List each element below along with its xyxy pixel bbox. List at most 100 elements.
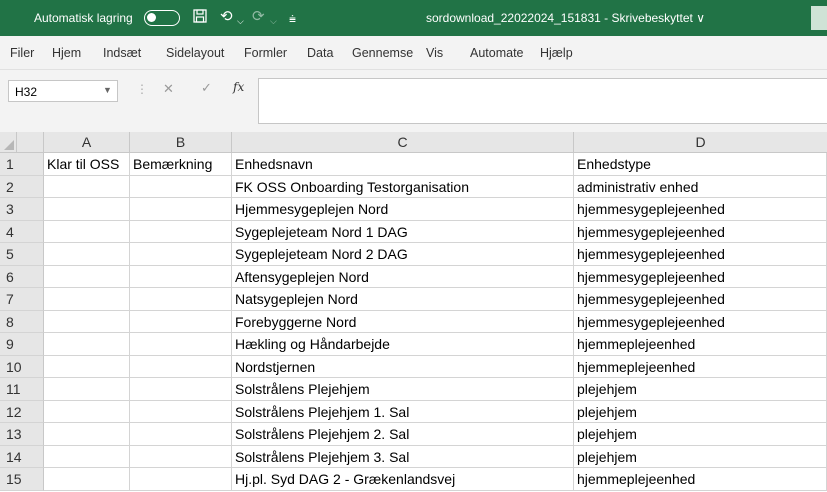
cell-b[interactable] xyxy=(130,378,232,401)
cell-c[interactable]: Solstrålens Plejehjem 3. Sal xyxy=(232,445,574,468)
row-header[interactable]: 1 xyxy=(0,153,44,176)
insert-function-icon[interactable]: fx xyxy=(233,80,244,94)
column-header-c[interactable]: C xyxy=(232,132,574,153)
select-all-corner[interactable] xyxy=(0,132,17,153)
search-box-edge[interactable] xyxy=(811,6,827,30)
undo-dropdown-icon[interactable]: ⌵ xyxy=(237,13,244,29)
cell-d[interactable]: plejehjem xyxy=(574,378,827,401)
autosave-toggle[interactable] xyxy=(144,10,180,26)
cell-b[interactable] xyxy=(130,333,232,356)
cell-a[interactable] xyxy=(44,378,130,401)
row-header[interactable]: 3 xyxy=(0,198,44,221)
cancel-icon[interactable]: ✕ xyxy=(163,81,174,97)
cell-d[interactable]: hjemmeplejeenhed xyxy=(574,355,827,378)
name-box[interactable]: H32 ▼ xyxy=(8,80,118,102)
cell-c[interactable]: Sygeplejeteam Nord 1 DAG xyxy=(232,220,574,243)
cell-c[interactable]: Hækling og Håndarbejde xyxy=(232,333,574,356)
tab-hjaelp[interactable]: Hjælp xyxy=(540,46,573,60)
check-icon[interactable]: ✓ xyxy=(201,80,212,96)
tab-hjem[interactable]: Hjem xyxy=(52,46,81,60)
cell-c[interactable]: Nordstjernen xyxy=(232,355,574,378)
cell-d[interactable]: plejehjem xyxy=(574,423,827,446)
row-header[interactable]: 5 xyxy=(0,243,44,266)
cell-d[interactable]: hjemmesygeplejeenhed xyxy=(574,243,827,266)
cell-d[interactable]: hjemmesygeplejeenhed xyxy=(574,310,827,333)
cell-c[interactable]: Aftensygeplejen Nord xyxy=(232,265,574,288)
cell-b[interactable] xyxy=(130,400,232,423)
undo-icon[interactable]: ⟲ xyxy=(220,9,233,25)
cell-b[interactable] xyxy=(130,468,232,491)
cell-c[interactable]: Solstrålens Plejehjem xyxy=(232,378,574,401)
cell-b[interactable] xyxy=(130,445,232,468)
header-cell-d[interactable]: Enhedstype xyxy=(574,153,827,176)
tab-vis[interactable]: Vis xyxy=(426,46,443,60)
formula-input[interactable] xyxy=(258,78,827,124)
cell-a[interactable] xyxy=(44,220,130,243)
cell-c[interactable]: Solstrålens Plejehjem 1. Sal xyxy=(232,400,574,423)
row-header[interactable]: 7 xyxy=(0,288,44,311)
document-title[interactable]: sordownload_22022024_151831 - Skrivebesk… xyxy=(426,11,705,25)
cell-a[interactable] xyxy=(44,198,130,221)
column-header-b[interactable]: B xyxy=(130,132,232,153)
tab-sidelayout[interactable]: Sidelayout xyxy=(166,46,224,60)
worksheet-grid[interactable]: A B C D 1 Klar til OSS Bemærkning Enhedsnav… xyxy=(0,132,827,492)
row-header[interactable]: 8 xyxy=(0,310,44,333)
cell-c[interactable]: Sygeplejeteam Nord 2 DAG xyxy=(232,243,574,266)
cell-c[interactable]: Hjemmesygeplejen Nord xyxy=(232,198,574,221)
cell-a[interactable] xyxy=(44,468,130,491)
cell-d[interactable]: hjemmesygeplejeenhed xyxy=(574,198,827,221)
header-cell-b[interactable]: Bemærkning xyxy=(130,153,232,176)
cell-a[interactable] xyxy=(44,445,130,468)
redo-icon[interactable]: ⟳ xyxy=(252,9,265,25)
tab-gennemse[interactable]: Gennemse xyxy=(352,46,413,60)
cell-d[interactable]: hjemmeplejeenhed xyxy=(574,468,827,491)
customize-toolbar-icon[interactable]: ⩧ xyxy=(289,11,296,27)
column-header-a[interactable]: A xyxy=(44,132,130,153)
cell-b[interactable] xyxy=(130,288,232,311)
save-icon[interactable] xyxy=(193,9,207,27)
cell-d[interactable]: administrativ enhed xyxy=(574,175,827,198)
redo-dropdown-icon[interactable]: ⌵ xyxy=(270,13,277,29)
row-header[interactable]: 13 xyxy=(0,423,44,446)
tab-filer[interactable]: Filer xyxy=(10,46,34,60)
column-header-d[interactable]: D xyxy=(574,132,827,153)
cell-a[interactable] xyxy=(44,423,130,446)
cell-d[interactable]: plejehjem xyxy=(574,400,827,423)
cell-b[interactable] xyxy=(130,198,232,221)
cell-d[interactable]: plejehjem xyxy=(574,445,827,468)
cell-d[interactable]: hjemmeplejeenhed xyxy=(574,333,827,356)
tab-data[interactable]: Data xyxy=(307,46,333,60)
chevron-down-icon[interactable]: ▼ xyxy=(103,85,112,95)
cell-b[interactable] xyxy=(130,243,232,266)
cell-a[interactable] xyxy=(44,265,130,288)
cell-a[interactable] xyxy=(44,243,130,266)
cell-b[interactable] xyxy=(130,355,232,378)
row-header[interactable]: 12 xyxy=(0,400,44,423)
cell-b[interactable] xyxy=(130,423,232,446)
tab-indsaet[interactable]: Indsæt xyxy=(103,46,141,60)
header-cell-a[interactable]: Klar til OSS xyxy=(44,153,130,176)
row-header[interactable]: 11 xyxy=(0,378,44,401)
cell-b[interactable] xyxy=(130,265,232,288)
row-header[interactable]: 14 xyxy=(0,445,44,468)
row-header[interactable]: 10 xyxy=(0,355,44,378)
cell-a[interactable] xyxy=(44,175,130,198)
cell-b[interactable] xyxy=(130,220,232,243)
cell-a[interactable] xyxy=(44,310,130,333)
cell-b[interactable] xyxy=(130,310,232,333)
row-header[interactable]: 15 xyxy=(0,468,44,491)
cell-a[interactable] xyxy=(44,400,130,423)
cell-a[interactable] xyxy=(44,288,130,311)
cell-a[interactable] xyxy=(44,355,130,378)
header-cell-c[interactable]: Enhedsnavn▼ xyxy=(232,153,574,176)
row-header[interactable]: 9 xyxy=(0,333,44,356)
cell-d[interactable]: hjemmesygeplejeenhed xyxy=(574,288,827,311)
cell-d[interactable]: hjemmesygeplejeenhed xyxy=(574,220,827,243)
cell-a[interactable] xyxy=(44,333,130,356)
cell-c[interactable]: Hj.pl. Syd DAG 2 - Grækenlandsvej xyxy=(232,468,574,491)
cell-b[interactable] xyxy=(130,175,232,198)
cell-d[interactable]: hjemmesygeplejeenhed xyxy=(574,265,827,288)
row-header[interactable]: 2 xyxy=(0,175,44,198)
cell-c[interactable]: FK OSS Onboarding Testorganisation xyxy=(232,175,574,198)
cell-c[interactable]: Solstrålens Plejehjem 2. Sal xyxy=(232,423,574,446)
